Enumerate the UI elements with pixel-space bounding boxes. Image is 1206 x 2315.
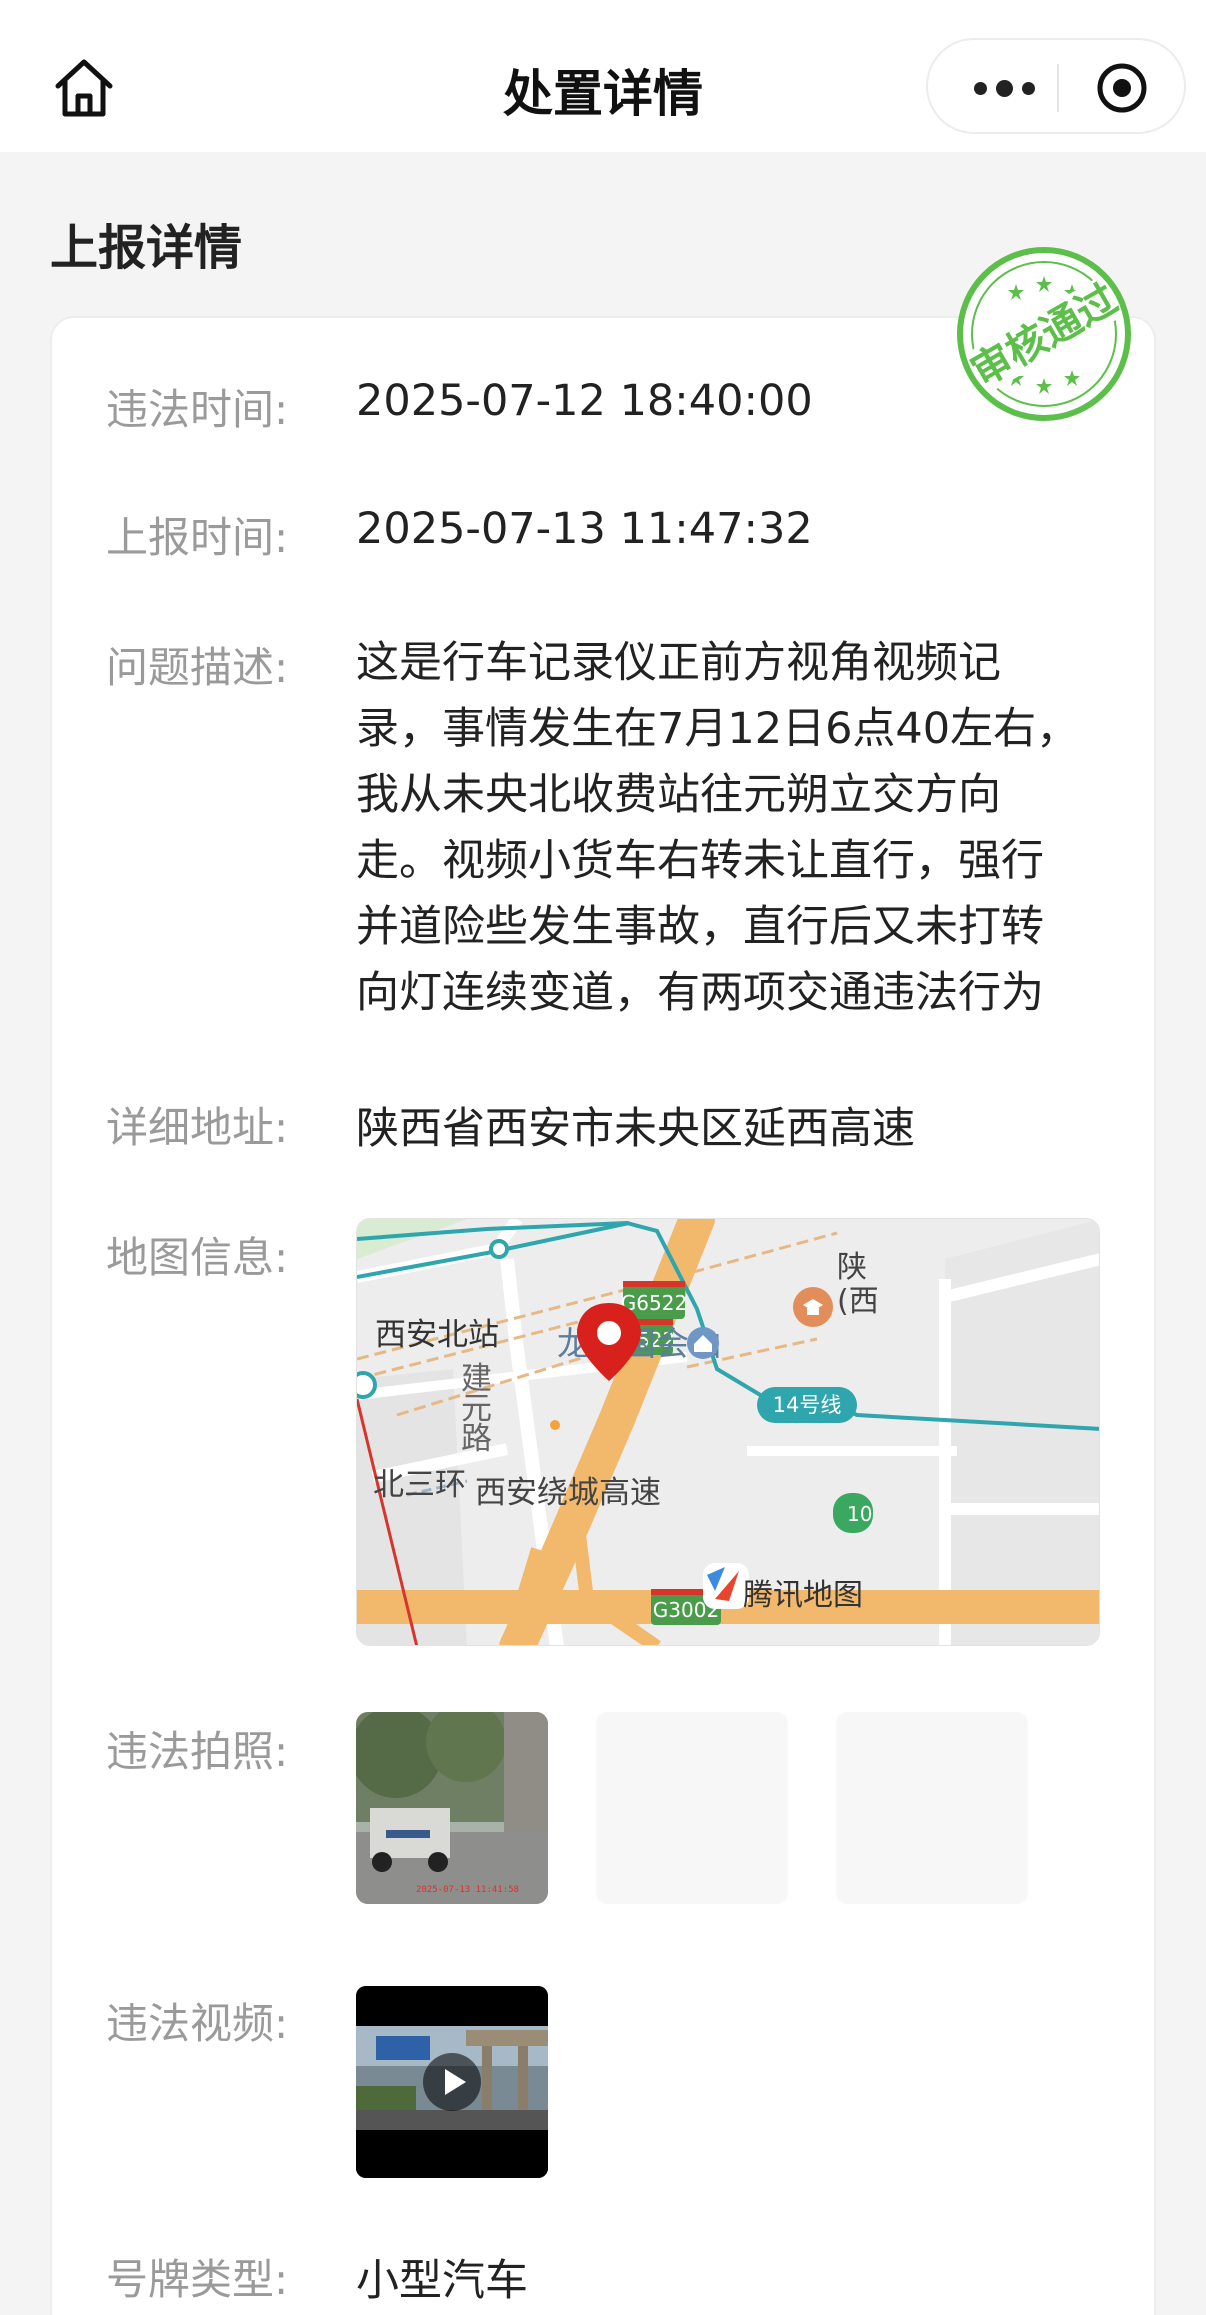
plate-type-value: 小型汽车 — [356, 2256, 528, 2306]
photo-placeholder — [836, 1712, 1028, 1904]
report-time-label: 上报时间: — [106, 513, 289, 562]
edge-road-label: 10 — [847, 1502, 872, 1526]
more-dots-icon[interactable] — [962, 68, 1046, 108]
map-label-road: 路 — [461, 1421, 492, 1457]
violation-time-label: 违法时间: — [106, 385, 289, 434]
photos-label: 违法拍照: — [106, 1727, 289, 1776]
photo-placeholder — [596, 1712, 788, 1904]
violation-photo-thumbnail[interactable]: 2025-07-13 11:41:58 — [356, 1712, 548, 1904]
report-time-value: 2025-07-13 11:47:32 — [356, 504, 813, 554]
mini-program-capsule — [926, 38, 1186, 134]
target-close-icon[interactable] — [1096, 62, 1148, 114]
map-label: 地图信息: — [106, 1233, 289, 1282]
plate-type-label: 号牌类型: — [106, 2255, 289, 2304]
capsule-divider — [1057, 64, 1059, 112]
map-label-ring: 北三环 — [373, 1467, 466, 1503]
map-brand-label: 腾讯地图 — [743, 1578, 863, 1613]
description-text: 这是行车记录仪正前方视角视频记 录，事情发生在7月12日6点40左右， 我从未央… — [356, 630, 1086, 1026]
description-line: 向灯连续变道，有两项交通违法行为 — [356, 968, 1044, 1018]
description-line: 这是行车记录仪正前方视角视频记 — [356, 638, 1001, 688]
approved-stamp: 审核通过 — [954, 244, 1134, 424]
edge-place-label: 陕 — [837, 1250, 867, 1285]
section-title: 上报详情 — [50, 220, 243, 276]
play-icon[interactable] — [422, 2052, 482, 2112]
map-label-station: 西安北站 — [375, 1317, 499, 1353]
description-line: 走。视频小货车右转未让直行，强行 — [356, 836, 1044, 886]
photo-timestamp: 2025-07-13 11:41:58 — [416, 1885, 519, 1895]
violation-video-thumbnail[interactable] — [356, 1986, 548, 2178]
location-map[interactable]: G6522 G6522 G3002 14号线 10 陕 (西 西安北站 建 元 … — [356, 1218, 1100, 1646]
top-nav-bar: 处置详情 — [0, 0, 1206, 152]
violation-time-value: 2025-07-12 18:40:00 — [356, 376, 813, 426]
address-label: 详细地址: — [106, 1103, 289, 1152]
map-label-highway: 西安绕城高速 — [475, 1475, 661, 1511]
description-line: 并道险些发生事故，直行后又未打转 — [356, 902, 1044, 952]
video-label: 违法视频: — [106, 1999, 289, 2048]
description-label: 问题描述: — [106, 643, 289, 692]
description-line: 我从未央北收费站往元朔立交方向 — [356, 770, 1001, 820]
description-line: 录，事情发生在7月12日6点40左右， — [356, 704, 1080, 754]
address-value: 陕西省西安市未央区延西高速 — [356, 1104, 915, 1154]
edge-place-label: (西 — [837, 1284, 879, 1319]
metro-line-label: 14号线 — [773, 1393, 842, 1417]
